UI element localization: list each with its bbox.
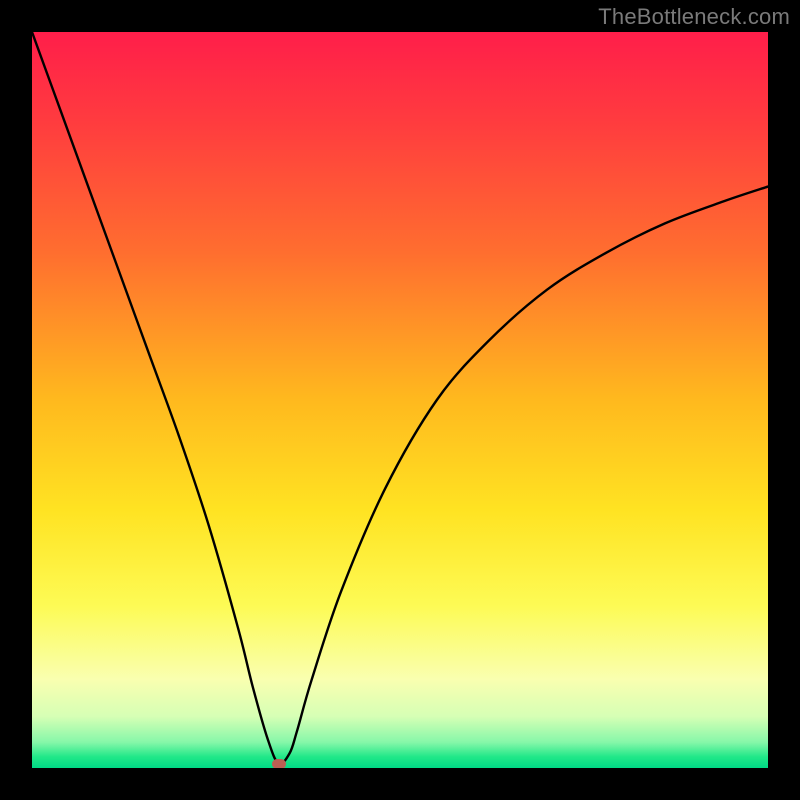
- minimum-marker: [272, 759, 286, 768]
- chart-frame: TheBottleneck.com: [0, 0, 800, 800]
- plot-area: [32, 32, 768, 768]
- watermark-text: TheBottleneck.com: [598, 4, 790, 30]
- bottleneck-curve: [32, 32, 768, 768]
